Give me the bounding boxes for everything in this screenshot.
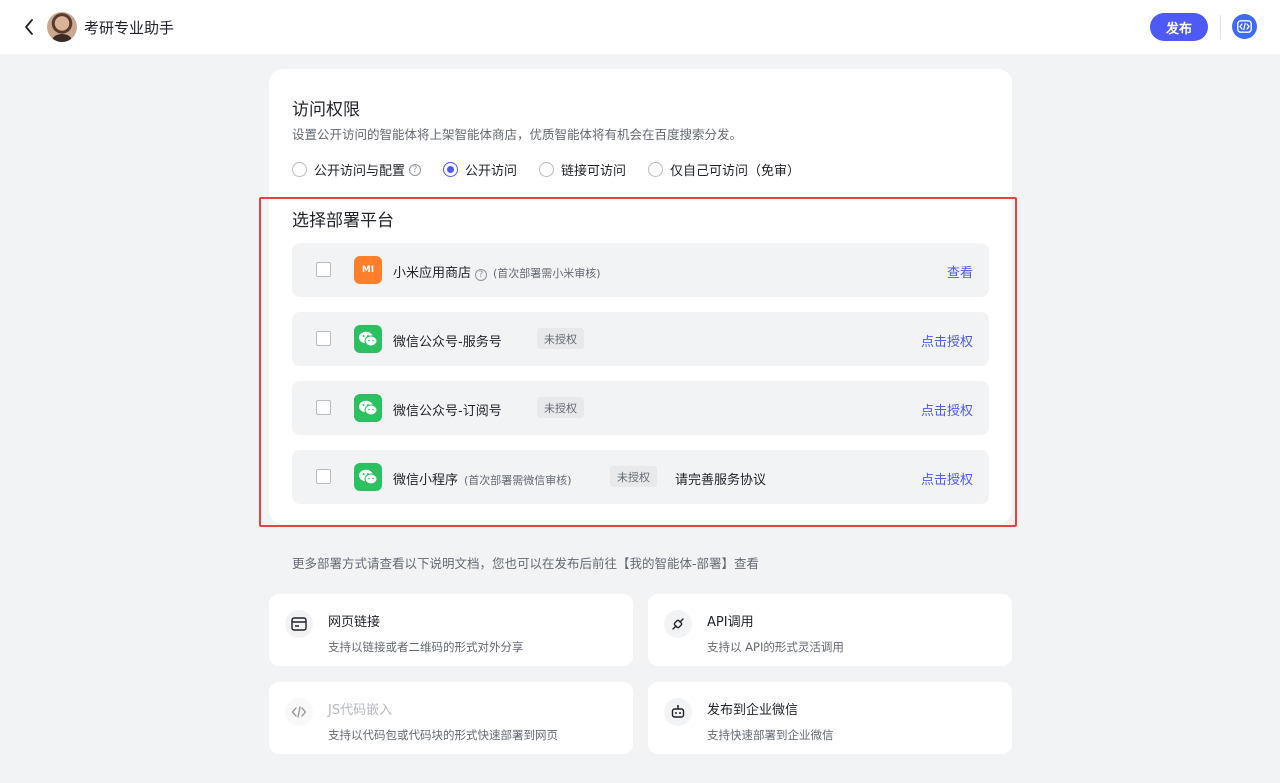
- publish-button[interactable]: 发布: [1150, 13, 1208, 41]
- method-title: JS代码嵌入: [328, 703, 393, 718]
- avatar: [47, 12, 77, 42]
- deploy-title: 选择部署平台: [292, 211, 394, 231]
- wechat-icon: [354, 325, 382, 353]
- radio-private[interactable]: 仅自己可访问（免审）: [648, 160, 800, 179]
- authorize-link[interactable]: 点击授权: [921, 469, 973, 488]
- help-icon[interactable]: ?: [475, 269, 488, 281]
- method-api[interactable]: API调用 支持以 API的形式灵活调用: [648, 594, 1012, 666]
- platform-row-wechat-subscription: 微信公众号-订阅号 未授权 点击授权: [292, 381, 989, 435]
- radio-label: 链接可访问: [561, 164, 627, 179]
- agent-title: 考研专业助手: [84, 19, 175, 37]
- access-title: 访问权限: [292, 100, 360, 120]
- platform-row-wechat-miniprogram: 微信小程序 (首次部署需微信审核) 未授权 请完善服务协议 点击授权: [292, 450, 989, 504]
- method-js-embed[interactable]: JS代码嵌入 支持以代码包或代码块的形式快速部署到网页: [269, 682, 633, 754]
- back-icon[interactable]: [18, 15, 40, 39]
- code-embed-icon: [285, 698, 313, 726]
- radio-public[interactable]: 公开访问: [443, 160, 517, 179]
- wechat-icon: [354, 394, 382, 422]
- more-deploy-hint: 更多部署方式请查看以下说明文档，您也可以在发布后前往【我的智能体-部署】查看: [292, 556, 760, 571]
- access-description: 设置公开访问的智能体将上架智能体商店，优质智能体将有机会在百度搜索分发。: [292, 127, 743, 142]
- xiaomi-logo-icon: MI: [354, 256, 382, 284]
- radio-label: 公开访问与配置: [314, 164, 406, 179]
- method-title: API调用: [707, 615, 754, 630]
- authorize-link[interactable]: 点击授权: [921, 400, 973, 419]
- radio-circle[interactable]: [292, 162, 307, 177]
- platform-name-text: 微信小程序: [393, 473, 459, 488]
- unauthorized-badge: 未授权: [537, 328, 584, 349]
- authorize-link[interactable]: 点击授权: [921, 331, 973, 350]
- radio-circle[interactable]: [443, 162, 459, 177]
- platform-note: (首次部署需微信审核): [464, 474, 572, 487]
- header-divider: [1220, 15, 1221, 39]
- wechat-icon: [354, 463, 382, 491]
- method-title: 发布到企业微信: [707, 703, 799, 718]
- platform-checkbox[interactable]: [316, 331, 331, 346]
- platform-name: 微信小程序 (首次部署需微信审核): [393, 469, 572, 488]
- platform-row-xiaomi: MI 小米应用商店? (首次部署需小米审核) 查看: [292, 243, 989, 297]
- platform-name: 微信公众号-服务号: [393, 335, 502, 350]
- platform-name: 微信公众号-订阅号: [393, 404, 502, 419]
- method-web-link[interactable]: 网页链接 支持以链接或者二维码的形式对外分享: [269, 594, 633, 666]
- unauthorized-badge: 未授权: [537, 397, 584, 418]
- platform-note: (首次部署需小米审核): [493, 267, 601, 280]
- platform-checkbox[interactable]: [316, 469, 331, 484]
- code-icon[interactable]: [1232, 14, 1257, 39]
- method-title: 网页链接: [328, 615, 381, 630]
- plug-icon: [664, 610, 692, 638]
- radio-circle[interactable]: [648, 162, 664, 177]
- top-bar: 考研专业助手 发布: [0, 0, 1280, 54]
- robot-icon: [664, 698, 692, 726]
- service-agreement-notice: 请完善服务协议: [675, 473, 767, 488]
- platform-row-wechat-service: 微信公众号-服务号 未授权 点击授权: [292, 312, 989, 366]
- platform-checkbox[interactable]: [316, 262, 331, 277]
- browser-icon: [285, 610, 313, 638]
- radio-circle[interactable]: [539, 162, 555, 177]
- radio-public-config[interactable]: 公开访问与配置 ?: [292, 160, 422, 179]
- method-wecom[interactable]: 发布到企业微信 支持快速部署到企业微信: [648, 682, 1012, 754]
- radio-label: 仅自己可访问（免审）: [670, 164, 801, 179]
- platform-name: 小米应用商店? (首次部署需小米审核): [393, 262, 601, 281]
- view-link[interactable]: 查看: [947, 262, 973, 281]
- platform-name-text: 小米应用商店: [393, 266, 472, 281]
- method-desc: 支持快速部署到企业微信: [707, 728, 834, 742]
- method-desc: 支持以 API的形式灵活调用: [707, 640, 844, 654]
- radio-link-access[interactable]: 链接可访问: [539, 160, 626, 179]
- method-desc: 支持以代码包或代码块的形式快速部署到网页: [328, 728, 558, 742]
- platform-checkbox[interactable]: [316, 400, 331, 415]
- access-radio-group: 公开访问与配置 ? 公开访问 链接可访问 仅自己可访问（免审）: [292, 160, 822, 179]
- radio-label: 公开访问: [465, 164, 518, 179]
- help-icon[interactable]: ?: [409, 163, 422, 176]
- method-desc: 支持以链接或者二维码的形式对外分享: [328, 640, 524, 654]
- unauthorized-badge: 未授权: [610, 466, 657, 487]
